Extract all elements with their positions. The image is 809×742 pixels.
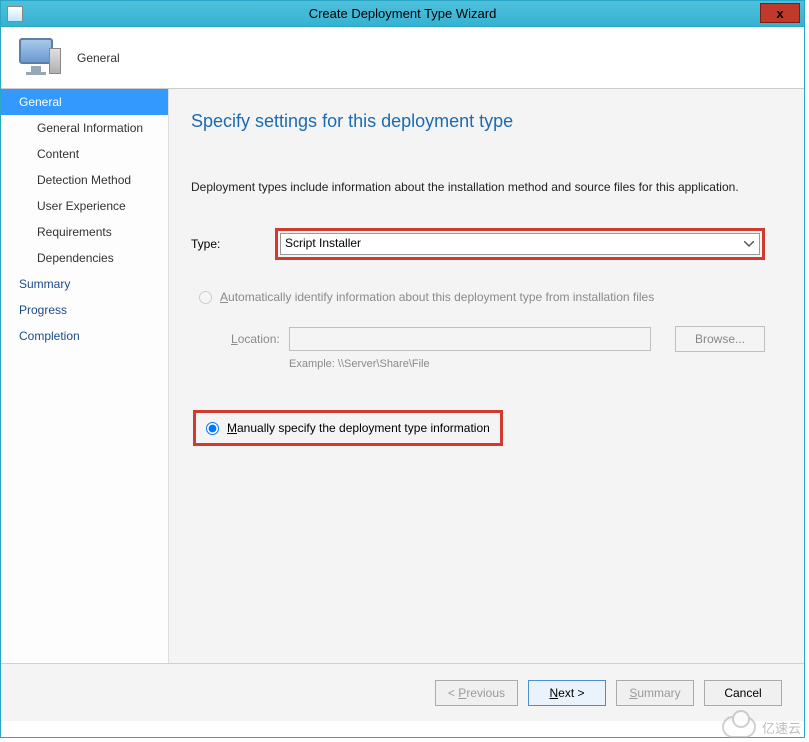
location-row: Location: Browse... xyxy=(191,326,776,352)
manual-radio[interactable] xyxy=(206,422,219,435)
cloud-icon xyxy=(722,716,756,738)
type-highlight-box: Script Installer xyxy=(275,228,765,260)
description-text: Deployment types include information abo… xyxy=(191,180,776,194)
app-icon xyxy=(7,6,23,22)
summary-button: Summary xyxy=(616,680,694,706)
next-button[interactable]: Next > xyxy=(528,680,606,706)
nav-completion[interactable]: Completion xyxy=(1,323,168,349)
nav-summary[interactable]: Summary xyxy=(1,271,168,297)
close-button[interactable]: x xyxy=(760,3,800,23)
header-band: General xyxy=(1,27,804,89)
nav-general-information[interactable]: General Information xyxy=(1,115,168,141)
nav-user-experience[interactable]: User Experience xyxy=(1,193,168,219)
header-section-label: General xyxy=(77,51,120,65)
nav-requirements[interactable]: Requirements xyxy=(1,219,168,245)
nav-detection-method[interactable]: Detection Method xyxy=(1,167,168,193)
auto-radio xyxy=(199,291,212,304)
watermark-text: 亿速云 xyxy=(762,718,801,737)
location-label: Location: xyxy=(231,332,289,346)
chevron-down-icon xyxy=(741,236,757,252)
computer-icon xyxy=(19,38,61,78)
content-panel: Specify settings for this deployment typ… xyxy=(169,89,804,663)
nav-content[interactable]: Content xyxy=(1,141,168,167)
page-heading: Specify settings for this deployment typ… xyxy=(191,111,776,132)
browse-button: Browse... xyxy=(675,326,765,352)
sidebar: General General Information Content Dete… xyxy=(1,89,169,663)
window-title: Create Deployment Type Wizard xyxy=(309,6,497,21)
watermark: 亿速云 xyxy=(722,716,801,738)
type-label: Type: xyxy=(191,237,275,251)
wizard-window: Create Deployment Type Wizard x General … xyxy=(0,0,805,738)
type-row: Type: Script Installer xyxy=(191,228,776,260)
type-dropdown[interactable]: Script Installer xyxy=(280,233,760,255)
footer-bar: < Previous Next > Summary Cancel xyxy=(1,663,804,721)
manual-highlight-box: Manually specify the deployment type inf… xyxy=(193,410,503,446)
type-value: Script Installer xyxy=(279,232,367,254)
body-area: General General Information Content Dete… xyxy=(1,89,804,663)
nav-general[interactable]: General xyxy=(1,89,168,115)
nav-dependencies[interactable]: Dependencies xyxy=(1,245,168,271)
auto-radio-row: Automatically identify information about… xyxy=(191,290,776,304)
nav-progress[interactable]: Progress xyxy=(1,297,168,323)
auto-radio-label: Automatically identify information about… xyxy=(220,290,654,304)
previous-button: < Previous xyxy=(435,680,518,706)
titlebar: Create Deployment Type Wizard x xyxy=(1,1,804,27)
cancel-button[interactable]: Cancel xyxy=(704,680,782,706)
location-input xyxy=(289,327,651,351)
manual-radio-label[interactable]: Manually specify the deployment type inf… xyxy=(227,421,490,435)
example-text: Example: \\Server\Share\File xyxy=(191,358,776,370)
